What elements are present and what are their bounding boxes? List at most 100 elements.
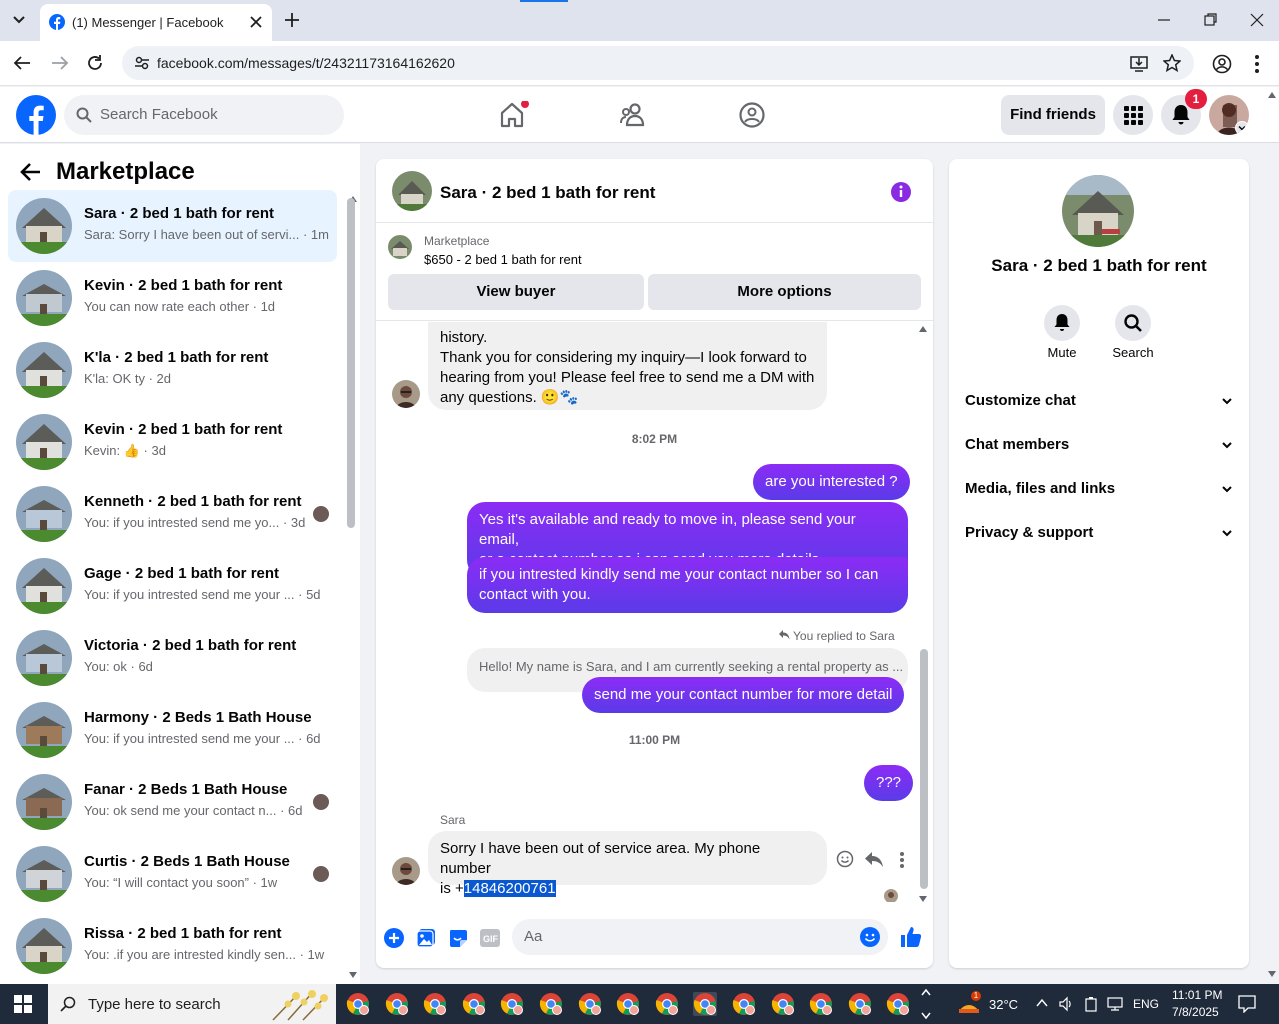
install-app-icon[interactable] [1130,54,1148,72]
close-tab-icon[interactable] [249,15,263,29]
view-buyer-button[interactable]: View buyer [388,274,644,310]
tab-list-chevron-icon[interactable] [8,12,30,28]
back-arrow-icon[interactable] [20,162,42,182]
facebook-search-input[interactable]: Search Facebook [64,95,344,135]
profile-icon[interactable] [1212,54,1232,74]
notifications-button[interactable]: 1 [1161,89,1207,135]
chrome-taskbar-icon[interactable] [423,992,447,1016]
chat-scrollbar-thumb[interactable] [920,649,928,889]
conversation-item[interactable]: Victoria · 2 bed 1 bath for rent You: ok … [8,622,337,694]
chrome-taskbar-icon[interactable] [693,992,717,1016]
back-arrow-icon[interactable] [13,55,31,71]
input-language[interactable]: ENG [1133,997,1159,1011]
menu-grid-button[interactable] [1113,95,1153,135]
friends-icon[interactable] [620,103,646,127]
left-scrollbar-thumb[interactable] [347,198,355,528]
minimize-icon[interactable] [1157,13,1171,27]
customize-chat-section[interactable]: Customize chat [965,379,1233,423]
account-avatar[interactable] [1209,95,1249,135]
react-emoji-icon[interactable] [836,850,854,868]
volume-icon[interactable] [1058,996,1074,1012]
chrome-taskbar-icon[interactable] [886,992,910,1016]
browser-tab-messenger[interactable]: (1) Messenger | Facebook [40,4,272,41]
more-actions-icon[interactable] [899,851,905,869]
conversation-item[interactable]: Curtis · 2 Beds 1 Bath House You: “I will… [8,838,337,910]
reload-icon[interactable] [86,54,104,72]
chrome-taskbar-icon[interactable] [616,992,640,1016]
sticker-icon[interactable] [448,928,468,948]
photo-icon[interactable] [416,928,436,948]
chrome-taskbar-icon[interactable] [655,992,679,1016]
privacy-support-section[interactable]: Privacy & support [965,511,1233,555]
scroll-down-arrow[interactable] [349,972,357,978]
clock-time[interactable]: 11:01 PM [1172,988,1222,1002]
conversation-item[interactable]: Sara · 2 bed 1 bath for rent Sara: Sorry … [8,190,337,262]
page-scroll-down-arrow[interactable] [1268,971,1276,977]
reply-action-icon[interactable] [864,850,884,868]
weather-icon[interactable]: 1 [957,991,981,1015]
gif-icon[interactable]: GIF [480,929,500,947]
message-input[interactable]: Aa [512,919,888,955]
home-icon[interactable] [499,101,529,129]
conversation-item[interactable]: Fanar · 2 Beds 1 Bath House You: ok send … [8,766,337,838]
more-options-button[interactable]: More options [648,274,921,310]
restore-icon[interactable] [1204,13,1218,27]
listing-thumbnail[interactable] [388,235,412,259]
chrome-taskbar-icon[interactable] [848,992,872,1016]
chat-scroll-up-arrow[interactable] [919,326,927,332]
outgoing-message[interactable]: are you interested ? [753,464,910,500]
outgoing-message[interactable]: ??? [864,765,914,801]
taskbar-scroll-down-icon[interactable] [921,1012,931,1020]
chrome-taskbar-icon[interactable] [346,992,370,1016]
bookmark-star-icon[interactable] [1163,54,1181,72]
new-tab-plus-icon[interactable] [284,12,300,28]
chrome-taskbar-icon[interactable] [732,992,756,1016]
chat-members-section[interactable]: Chat members [965,423,1233,467]
clock-date[interactable]: 7/8/2025 [1172,1005,1219,1019]
incoming-message[interactable]: history. Thank you for considering my in… [428,322,827,410]
notification-center-icon[interactable] [1238,995,1256,1013]
sender-avatar[interactable] [392,380,420,408]
outgoing-message[interactable]: send me your contact number for more det… [582,677,905,713]
address-bar[interactable]: facebook.com/messages/t/2432117316416262… [122,46,1194,80]
emoji-icon[interactable] [860,927,880,947]
windows-start-icon[interactable] [14,995,32,1013]
conversation-item[interactable]: Kevin · 2 bed 1 bath for rent Kevin: 👍 · … [8,406,337,478]
browser-menu-icon[interactable] [1254,54,1260,74]
info-icon[interactable] [890,181,912,203]
network-icon[interactable] [1106,996,1124,1012]
close-window-icon[interactable] [1250,13,1264,27]
conversation-item[interactable]: Kevin · 2 bed 1 bath for rent You can now… [8,262,337,334]
conversation-item[interactable]: K'la · 2 bed 1 bath for rent K'la: OK ty … [8,334,337,406]
thumbs-up-send-icon[interactable] [900,926,922,948]
find-friends-button[interactable]: Find friends [1001,95,1105,135]
chrome-taskbar-icon[interactable] [771,992,795,1016]
chat-title[interactable]: Sara · 2 bed 1 bath for rent [440,183,655,203]
conversation-item[interactable]: Harmony · 2 Beds 1 Bath House You: if you… [8,694,337,766]
conversation-item[interactable]: Gage · 2 bed 1 bath for rent You: if you … [8,550,337,622]
chrome-taskbar-icon[interactable] [809,992,833,1016]
plus-circle-icon[interactable] [384,928,404,948]
chat-scroll-down-arrow[interactable] [919,896,927,902]
facebook-logo-icon[interactable] [16,95,56,135]
chrome-taskbar-icon[interactable] [578,992,602,1016]
selected-phone-number[interactable]: 14846200761 [463,880,556,897]
page-scroll-up-arrow[interactable] [1268,92,1276,98]
chrome-taskbar-icon[interactable] [500,992,524,1016]
show-hidden-icons-chevron-icon[interactable] [1036,998,1048,1008]
listing-title[interactable]: $650 - 2 bed 1 bath for rent [424,252,582,267]
conversation-item[interactable]: Rissa · 2 bed 1 bath for rent You: .if yo… [8,910,337,982]
taskbar-scroll-up-icon[interactable] [921,988,931,996]
chrome-taskbar-icon[interactable] [385,992,409,1016]
incoming-message[interactable]: Sorry I have been out of service area. M… [428,831,827,897]
groups-icon[interactable] [739,102,765,128]
chat-header-avatar[interactable] [392,171,432,211]
site-info-icon[interactable] [134,55,150,71]
taskbar-search-box[interactable]: Type here to search [48,984,336,1024]
media-files-links-section[interactable]: Media, files and links [965,467,1233,511]
mute-button[interactable] [1044,305,1080,341]
conversation-item[interactable]: Kenneth · 2 bed 1 bath for rent You: if y… [8,478,337,550]
chrome-taskbar-icon[interactable] [462,992,486,1016]
search-conversation-button[interactable] [1115,305,1151,341]
chrome-taskbar-icon[interactable] [539,992,563,1016]
